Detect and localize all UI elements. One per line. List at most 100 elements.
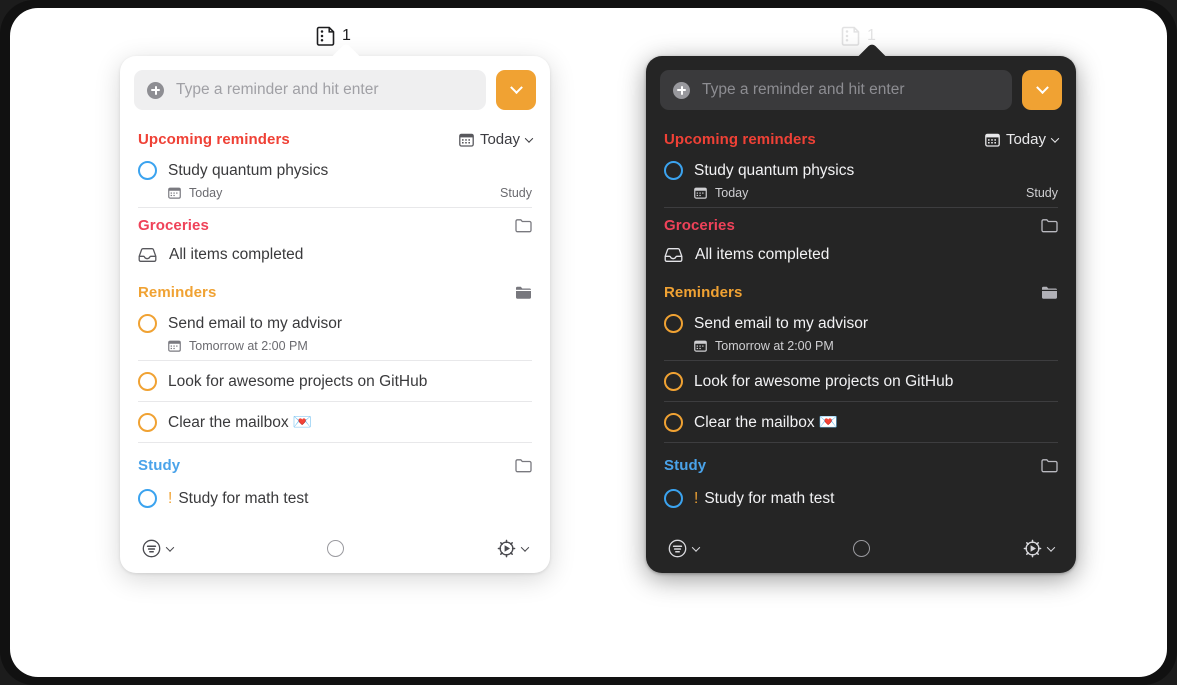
task-row[interactable]: Study quantum physics [660,155,1062,185]
task-label: Send email to my advisor [168,314,343,332]
menubar-status-item-dark[interactable]: 1 [841,25,876,46]
chevron-down-icon [509,80,523,94]
task-date: Tomorrow at 2:00 PM [715,339,834,353]
inbox-icon [664,248,683,262]
date-filter-today[interactable]: Today [459,131,534,148]
task-checkbox[interactable] [664,489,683,508]
folder-button[interactable] [1041,458,1058,473]
section-title: Reminders [664,284,743,301]
section-title: Study [664,457,707,474]
folder-button[interactable] [515,218,532,233]
filter-sort-button[interactable] [142,539,175,558]
chevron-down-icon [1046,542,1056,552]
settings-button[interactable] [497,539,530,558]
task-list-name: Study [500,186,532,200]
task-checkbox[interactable] [664,413,683,432]
task-checkbox[interactable] [664,314,683,333]
toggle-completed-button[interactable] [326,540,344,557]
menubar-reminder-count: 1 [342,26,351,44]
task-meta: Today Study [134,185,536,207]
task-checkbox[interactable] [664,161,683,180]
task-checkbox[interactable] [138,161,157,180]
bottom-toolbar [120,526,550,573]
task-row[interactable]: Look for awesome projects on GitHub [660,361,1062,401]
task-label: Study quantum physics [168,161,329,179]
task-checkbox[interactable] [138,372,157,391]
folder-outline-icon [1041,459,1058,473]
calendar-icon [694,340,707,352]
filter-sort-icon [142,539,161,558]
calendar-icon [459,133,474,147]
calendar-icon [168,340,181,352]
task-label: Clear the mailbox 💌 [168,414,313,431]
section-title: Groceries [664,217,735,234]
folder-button[interactable] [1041,285,1058,300]
task-label: Study for math test [704,489,835,507]
task-row[interactable]: Look for awesome projects on GitHub [134,361,536,401]
chevron-down-icon [165,542,175,552]
task-checkbox[interactable] [138,413,157,432]
menubar-reminder-count: 1 [867,26,876,44]
task-row[interactable]: Clear the mailbox 💌 [134,402,536,442]
panel-tail [851,44,895,57]
gear-icon [497,539,516,558]
task-row[interactable]: Clear the mailbox 💌 [660,402,1062,442]
calendar-icon [168,187,181,199]
chevron-down-icon [1050,133,1060,143]
task-checkbox[interactable] [138,489,157,508]
panel-tail [325,44,369,57]
toggle-completed-button[interactable] [852,540,870,557]
folder-button[interactable] [515,285,532,300]
reminder-input-placeholder: Type a reminder and hit enter [702,81,905,98]
new-reminder-row: Type a reminder and hit enter [120,56,550,116]
bottom-toolbar [646,526,1076,573]
gear-icon [1023,539,1042,558]
task-row[interactable]: ! Study for math test [134,481,536,516]
date-filter-label: Today [1005,131,1046,148]
task-row[interactable]: Send email to my advisor [660,308,1062,338]
calendar-icon [985,133,1000,147]
folder-button[interactable] [515,458,532,473]
note-reminder-icon [316,25,337,46]
reminders-panel-dark: Type a reminder and hit enter Upcoming r… [646,56,1076,573]
task-row[interactable]: Study quantum physics [134,155,536,185]
reminders-list: Upcoming reminders Today Study quantum p… [120,116,550,516]
folder-outline-icon [1041,219,1058,233]
task-list-name: Study [1026,186,1058,200]
date-filter-today[interactable]: Today [985,131,1060,148]
priority-indicator: ! [168,489,173,507]
list-dropdown-button[interactable] [1022,70,1062,110]
list-dropdown-button[interactable] [496,70,536,110]
task-meta: Tomorrow at 2:00 PM [660,338,1062,360]
task-checkbox[interactable] [664,372,683,391]
priority-indicator: ! [694,489,699,507]
reminder-input-placeholder: Type a reminder and hit enter [176,81,379,98]
task-meta: Tomorrow at 2:00 PM [134,338,536,360]
chevron-down-icon [520,542,530,552]
reminder-input[interactable]: Type a reminder and hit enter [660,70,1012,110]
reminders-list: Upcoming reminders Today Study quantum p… [646,116,1076,516]
task-row[interactable]: ! Study for math test [660,481,1062,516]
circle-icon [852,540,870,557]
task-row[interactable]: Send email to my advisor [134,308,536,338]
task-label: Send email to my advisor [694,314,869,332]
empty-state-row: All items completed [134,241,536,270]
task-meta: Today Study [660,185,1062,207]
folder-button[interactable] [1041,218,1058,233]
section-header-upcoming: Upcoming reminders Today [660,122,1062,155]
reminder-input[interactable]: Type a reminder and hit enter [134,70,486,110]
screen-frame: 1 1 Type a reminder and hit enter Upcomi… [0,0,1177,685]
task-checkbox[interactable] [138,314,157,333]
settings-button[interactable] [1023,539,1056,558]
section-header-upcoming: Upcoming reminders Today [134,122,536,155]
empty-state-row: All items completed [660,241,1062,270]
chevron-down-icon [691,542,701,552]
task-label: Look for awesome projects on GitHub [168,372,428,390]
filter-sort-button[interactable] [668,539,701,558]
task-label: Look for awesome projects on GitHub [694,372,954,390]
note-reminder-icon [841,25,862,46]
menubar-status-item-light[interactable]: 1 [316,25,351,46]
section-header-study: Study [660,443,1062,481]
section-header-study: Study [134,443,536,481]
plus-circle-icon [147,81,164,99]
